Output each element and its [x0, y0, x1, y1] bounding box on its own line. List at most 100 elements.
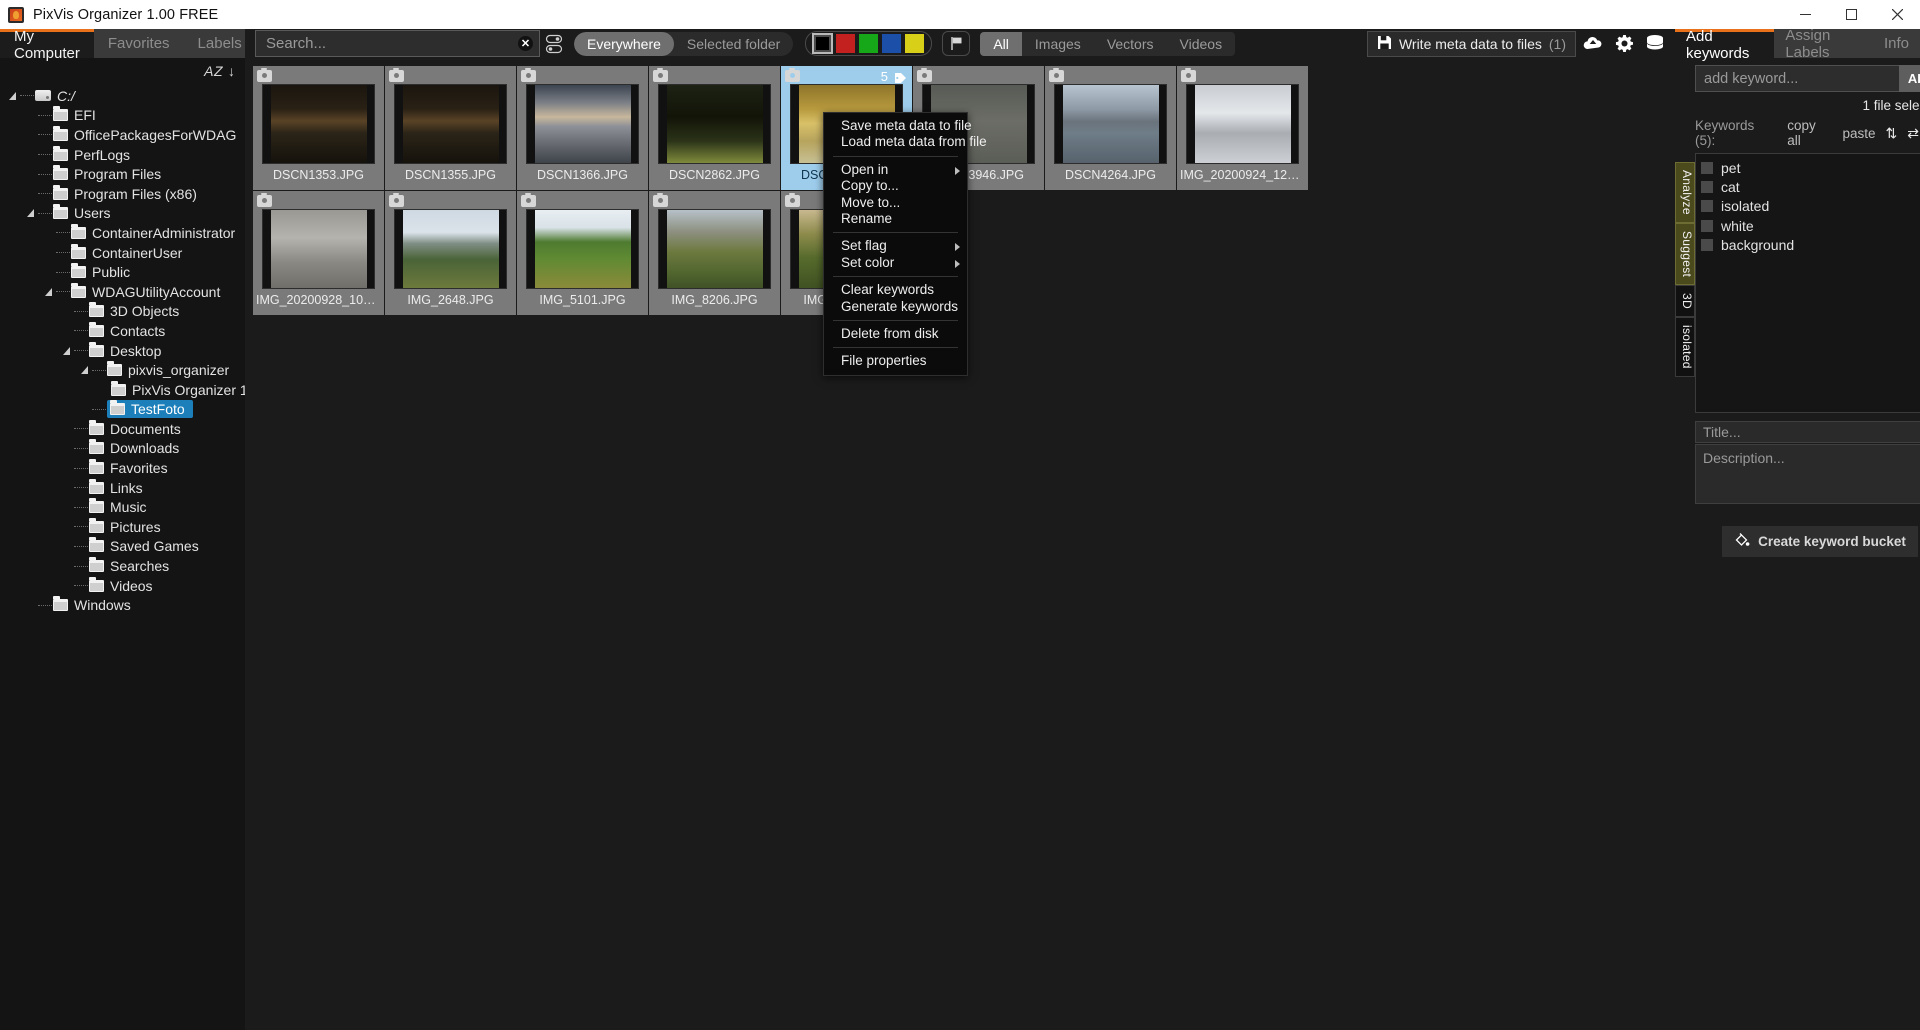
flag-icon[interactable] — [942, 31, 971, 56]
keyword-checkbox[interactable] — [1701, 219, 1713, 232]
cloud-upload-icon[interactable] — [1579, 30, 1607, 57]
tree-item-containeradministrator[interactable]: ContainerAdministrator — [0, 223, 245, 243]
filter-all[interactable]: All — [980, 31, 1022, 56]
gear-icon[interactable] — [1610, 30, 1638, 57]
tree-item-efi[interactable]: EFI — [0, 106, 245, 126]
expand-triangle-icon[interactable] — [44, 286, 56, 298]
tree-item-searches[interactable]: Searches — [0, 556, 245, 576]
tree-item-pixvis-organizer-1-0[interactable]: PixVis Organizer 1.0 — [0, 380, 245, 400]
tree-item-contacts[interactable]: Contacts — [0, 321, 245, 341]
create-keyword-bucket-button[interactable]: Create keyword bucket — [1722, 526, 1918, 557]
scope-everywhere[interactable]: Everywhere — [574, 31, 674, 56]
tree-item-program-files[interactable]: Program Files — [0, 164, 245, 184]
keyword-row[interactable]: pet✕ — [1696, 158, 1920, 177]
thumbnail-item[interactable]: IMG_20200924_120809.jpg — [1177, 66, 1308, 190]
tree-item-testfoto[interactable]: TestFoto — [0, 400, 245, 420]
tree-item-videos[interactable]: Videos — [0, 576, 245, 596]
tree-item-c[interactable]: C:/ — [0, 86, 245, 106]
menu-item-rename[interactable]: Rename — [824, 211, 967, 227]
keyword-checkbox[interactable] — [1701, 238, 1713, 251]
color-swatch-green[interactable] — [859, 34, 879, 53]
switch-toggle-icon[interactable] — [540, 30, 568, 57]
thumbnail-item[interactable]: DSCN1353.JPG — [253, 66, 384, 190]
menu-item-load-meta-data-from-file[interactable]: Load meta data from file — [824, 134, 987, 150]
side-tab-isolated[interactable]: isolated — [1675, 316, 1695, 377]
menu-item-file-properties[interactable]: File properties — [824, 353, 967, 369]
color-swatch-red[interactable] — [836, 34, 856, 53]
sort-updown-icon[interactable]: ⇅ — [1886, 125, 1898, 142]
context-menu[interactable]: Save meta data to file Load meta data fro… — [823, 112, 987, 376]
keyword-row[interactable]: cat✕ — [1696, 177, 1920, 196]
menu-item-delete-from-disk[interactable]: Delete from disk — [824, 326, 967, 342]
tree-item-program-files-x86[interactable]: Program Files (x86) — [0, 184, 245, 204]
expand-triangle-icon[interactable] — [26, 207, 38, 219]
search-input[interactable] — [255, 30, 540, 57]
keyword-list[interactable]: pet✕cat✕isolated✕white✕background✕ — [1695, 153, 1920, 413]
tree-item-pictures[interactable]: Pictures — [0, 517, 245, 537]
write-meta-data-button[interactable]: Write meta data to files (1) — [1366, 30, 1576, 57]
tree-item-3d-objects[interactable]: 3D Objects — [0, 302, 245, 322]
thumbnail-item[interactable]: IMG_20200928_103438.jpg — [253, 191, 384, 315]
menu-item-move-to[interactable]: Move to... — [824, 195, 967, 211]
color-swatch-yellow[interactable] — [905, 34, 925, 53]
copy-all-button[interactable]: copy all — [1787, 118, 1832, 148]
tree-item-downloads[interactable]: Downloads — [0, 439, 245, 459]
tree-item-users[interactable]: Users — [0, 204, 245, 224]
title-field[interactable]: Title... — [1695, 421, 1920, 443]
menu-item-open-in[interactable]: Open in — [824, 162, 967, 178]
tree-item-links[interactable]: Links — [0, 478, 245, 498]
folder-tree[interactable]: C:/ EFI OfficePackagesForWDAG PerfLogs Progr… — [0, 84, 245, 1030]
description-field[interactable]: Description... — [1695, 444, 1920, 504]
tree-item-desktop[interactable]: Desktop — [0, 341, 245, 361]
scope-selected-folder[interactable]: Selected folder — [674, 32, 793, 56]
tab-favorites[interactable]: Favorites — [93, 29, 184, 58]
menu-item-generate-keywords[interactable]: Generate keywords — [824, 299, 967, 315]
clear-x-icon[interactable]: ✕ — [518, 36, 533, 51]
expand-triangle-icon[interactable] — [62, 345, 74, 357]
thumbnail-item[interactable]: DSCN1355.JPG — [385, 66, 516, 190]
tree-item-saved-games[interactable]: Saved Games — [0, 537, 245, 557]
tab-info[interactable]: Info — [1872, 29, 1920, 58]
filter-images[interactable]: Images — [1022, 32, 1094, 56]
menu-item-set-color[interactable]: Set color — [824, 255, 967, 271]
thumbnail-item[interactable]: DSCN2862.JPG — [649, 66, 780, 190]
menu-item-set-flag[interactable]: Set flag — [824, 238, 967, 254]
color-swatch-black[interactable] — [812, 33, 834, 54]
expand-triangle-icon[interactable] — [80, 364, 92, 376]
filter-videos[interactable]: Videos — [1167, 32, 1236, 56]
thumbnail-item[interactable]: IMG_5101.JPG — [517, 191, 648, 315]
menu-item-save-meta-data-to-file[interactable]: Save meta data to file — [824, 118, 972, 134]
paste-button[interactable]: paste — [1843, 126, 1876, 141]
thumbnail-item[interactable]: IMG_8206.JPG — [649, 191, 780, 315]
tree-item-officepackagesforwdag[interactable]: OfficePackagesForWDAG — [0, 125, 245, 145]
tree-item-perflogs[interactable]: PerfLogs — [0, 145, 245, 165]
minimize-icon[interactable] — [1782, 0, 1828, 29]
keyword-input[interactable] — [1695, 65, 1899, 92]
tree-item-wdagutilityaccount[interactable]: WDAGUtilityAccount — [0, 282, 245, 302]
keyword-row[interactable]: isolated✕ — [1696, 197, 1920, 216]
database-stack-icon[interactable] — [1641, 30, 1669, 57]
keyword-checkbox[interactable] — [1701, 180, 1713, 193]
tree-item-containeruser[interactable]: ContainerUser — [0, 243, 245, 263]
tree-item-windows[interactable]: Windows — [0, 595, 245, 615]
shuffle-icon[interactable]: ⇄ — [1907, 125, 1919, 142]
side-tab-suggest[interactable]: Suggest — [1675, 222, 1695, 285]
add-keyword-button[interactable]: ADD — [1899, 65, 1920, 92]
keyword-checkbox[interactable] — [1701, 161, 1713, 174]
filter-vectors[interactable]: Vectors — [1094, 32, 1167, 56]
thumbnail-item[interactable]: DSCN1366.JPG — [517, 66, 648, 190]
tree-item-documents[interactable]: Documents — [0, 419, 245, 439]
thumbnail-item[interactable]: IMG_2648.JPG — [385, 191, 516, 315]
tree-item-music[interactable]: Music — [0, 497, 245, 517]
tree-item-public[interactable]: Public — [0, 262, 245, 282]
close-icon[interactable] — [1874, 0, 1920, 29]
menu-item-clear-keywords[interactable]: Clear keywords — [824, 282, 967, 298]
expand-triangle-icon[interactable] — [8, 90, 20, 102]
tab-my-computer[interactable]: My Computer — [0, 28, 94, 62]
keyword-row[interactable]: white✕ — [1696, 216, 1920, 235]
side-tab-3d[interactable]: 3D — [1675, 284, 1695, 317]
tab-assign-labels[interactable]: Assign Labels — [1774, 27, 1873, 61]
keyword-checkbox[interactable] — [1701, 200, 1713, 213]
side-tab-analyze[interactable]: Analyze — [1675, 162, 1695, 223]
tree-item-favorites[interactable]: Favorites — [0, 458, 245, 478]
